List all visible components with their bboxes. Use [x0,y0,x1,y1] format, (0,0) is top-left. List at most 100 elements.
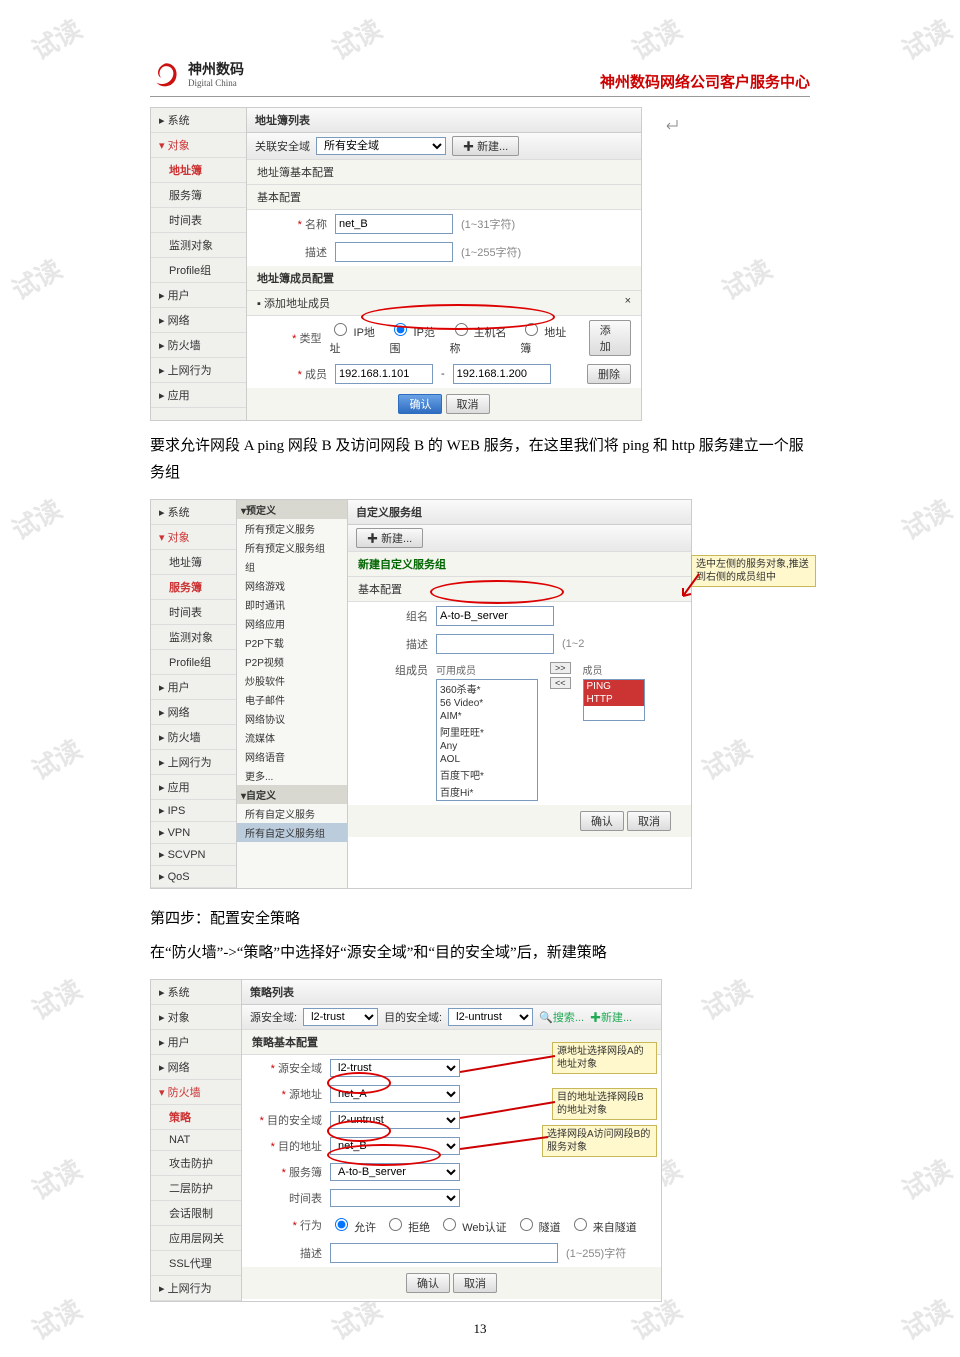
new-button[interactable]: ✚ 新建... [452,136,519,156]
radio-iprange[interactable]: IP范围 [389,320,441,356]
delete-button[interactable]: 删除 [587,364,631,384]
nav-time[interactable]: 时间表 [151,600,236,625]
dst-addr-field[interactable]: net_B [330,1137,460,1155]
add-button[interactable]: 添加 [589,320,631,356]
time-field[interactable] [330,1189,460,1207]
nav-policy[interactable]: 策略 [151,1105,241,1130]
new-button[interactable]: ✚ 新建... [356,528,423,548]
cancel-button[interactable]: 取消 [453,1273,497,1293]
new-link[interactable]: ✚新建... [590,1009,632,1025]
nav-object[interactable]: ▾ 对象 [151,133,246,158]
tree-item[interactable]: 组 [237,557,347,576]
nav-network[interactable]: ▸ 网络 [151,700,236,725]
list-item[interactable]: 360杀毒* [437,680,537,697]
nav-profile[interactable]: Profile组 [151,258,246,283]
tree-item[interactable]: 炒股软件 [237,671,347,690]
nav-monitor[interactable]: 监测对象 [151,233,246,258]
nav-behavior[interactable]: ▸ 上网行为 [151,1276,241,1301]
nav-address[interactable]: 地址簿 [151,158,246,183]
nav-session[interactable]: 会话限制 [151,1201,241,1226]
nav-time[interactable]: 时间表 [151,208,246,233]
ok-button[interactable]: 确认 [580,811,624,831]
list-item[interactable]: AIM* [437,710,537,723]
list-item[interactable]: AOL [437,753,537,766]
list-item[interactable]: PING [584,680,644,693]
assoc-zone-select[interactable]: 所有安全域 [316,137,446,155]
list-item[interactable]: 56 Video* [437,697,537,710]
nav-scvpn[interactable]: ▸ SCVPN [151,844,236,866]
nav-ips[interactable]: ▸ IPS [151,800,236,822]
nav-l2[interactable]: 二层防护 [151,1176,241,1201]
nav-attack[interactable]: 攻击防护 [151,1151,241,1176]
cancel-button[interactable]: 取消 [446,394,490,414]
search-link[interactable]: 🔍搜索... [539,1009,584,1025]
available-listbox[interactable]: 360杀毒* 56 Video* AIM* 阿里旺旺* Any AOL 百度下吧… [436,679,538,801]
radio-ip[interactable]: IP地址 [329,320,381,356]
ip-from-input[interactable] [335,364,433,384]
nav-service[interactable]: 服务簿 [151,183,246,208]
nav-address[interactable]: 地址簿 [151,550,236,575]
nav-alg[interactable]: 应用层网关 [151,1226,241,1251]
tree-item[interactable]: 电子邮件 [237,690,347,709]
nav-system[interactable]: ▸ 系统 [151,500,236,525]
radio-hostname[interactable]: 主机名称 [450,320,513,356]
list-item[interactable]: 网络电视 BBSee* [437,800,537,801]
transfer-left-button[interactable]: << [550,677,571,689]
nav-object[interactable]: ▾ 对象 [151,525,236,550]
tree-item[interactable]: 所有预定义服务 [237,519,347,538]
name-input[interactable] [335,214,453,234]
groupname-input[interactable] [436,606,554,626]
tree-item[interactable]: 网络协议 [237,709,347,728]
nav-app[interactable]: ▸ 应用 [151,383,246,408]
tree-item[interactable]: 网络游戏 [237,576,347,595]
tree-custom-header[interactable]: ▾自定义 [237,785,347,804]
tree-item[interactable]: 流媒体 [237,728,347,747]
dst-zone-field[interactable]: l2-untrust [330,1111,460,1129]
radio-allow[interactable]: 允许 [330,1215,376,1235]
nav-object[interactable]: ▸ 对象 [151,1005,241,1030]
tree-item[interactable]: 网络语音 [237,747,347,766]
desc-input[interactable] [330,1243,558,1263]
nav-behavior[interactable]: ▸ 上网行为 [151,750,236,775]
src-zone-select[interactable]: l2-trust [303,1008,378,1026]
desc-input[interactable] [436,634,554,654]
nav-vpn[interactable]: ▸ VPN [151,822,236,844]
nav-user[interactable]: ▸ 用户 [151,675,236,700]
list-item[interactable]: 阿里旺旺* [437,723,537,740]
transfer-right-button[interactable]: >> [550,662,571,674]
ok-button[interactable]: 确认 [398,394,442,414]
nav-behavior[interactable]: ▸ 上网行为 [151,358,246,383]
tree-item[interactable]: 即时通讯 [237,595,347,614]
nav-user[interactable]: ▸ 用户 [151,283,246,308]
nav-network[interactable]: ▸ 网络 [151,308,246,333]
cancel-button[interactable]: 取消 [627,811,671,831]
desc-input[interactable] [335,242,453,262]
list-item[interactable]: HTTP [584,693,644,706]
list-item[interactable]: 百度Hi* [437,783,537,800]
nav-app[interactable]: ▸ 应用 [151,775,236,800]
tree-item[interactable]: P2P下载 [237,633,347,652]
nav-service[interactable]: 服务簿 [151,575,236,600]
radio-webauth[interactable]: Web认证 [438,1215,506,1235]
nav-nat[interactable]: NAT [151,1130,241,1151]
ok-button[interactable]: 确认 [406,1273,450,1293]
tree-item[interactable]: P2P视频 [237,652,347,671]
nav-qos[interactable]: ▸ QoS [151,866,236,888]
nav-network[interactable]: ▸ 网络 [151,1055,241,1080]
nav-firewall[interactable]: ▾ 防火墙 [151,1080,241,1105]
ip-to-input[interactable] [453,364,551,384]
nav-firewall[interactable]: ▸ 防火墙 [151,333,246,358]
list-item[interactable]: Any [437,740,537,753]
radio-deny[interactable]: 拒绝 [384,1215,430,1235]
radio-addrbook[interactable]: 地址簿 [520,320,573,356]
tree-item[interactable]: 更多... [237,766,347,785]
nav-firewall[interactable]: ▸ 防火墙 [151,725,236,750]
svc-field[interactable]: A-to-B_server [330,1163,460,1181]
tree-predef-header[interactable]: ▾预定义 [237,500,347,519]
nav-user[interactable]: ▸ 用户 [151,1030,241,1055]
list-item[interactable]: 百度下吧* [437,766,537,783]
nav-profile[interactable]: Profile组 [151,650,236,675]
tree-item[interactable]: 所有预定义服务组 [237,538,347,557]
src-addr-field[interactable]: net_A [330,1085,460,1103]
nav-system[interactable]: ▸ 系统 [151,980,241,1005]
